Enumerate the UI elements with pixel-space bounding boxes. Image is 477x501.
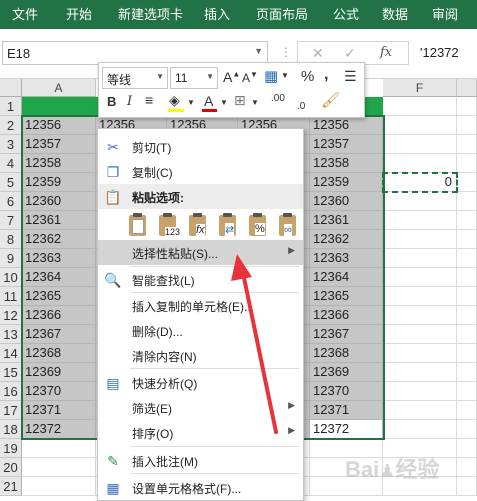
arrow-head: [231, 254, 252, 281]
arrow-shaft: [240, 266, 278, 434]
annotation-arrow: [231, 254, 278, 434]
watermark-logo: Bai♟经验: [345, 457, 440, 482]
